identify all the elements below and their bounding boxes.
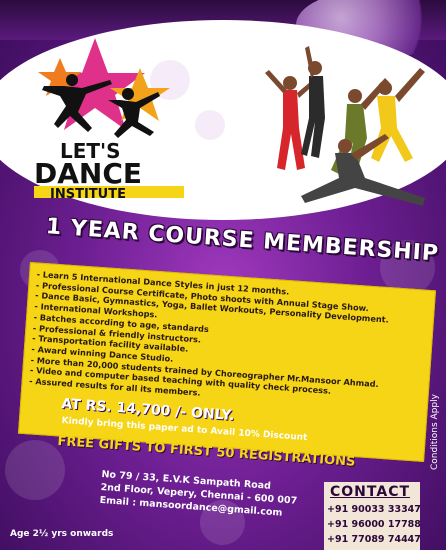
lets-dance-logo: LET'S DANCE INSTITUTE bbox=[34, 38, 184, 198]
phone-number[interactable]: +91 90033 33347 bbox=[327, 502, 421, 517]
logo-line2: DANCE bbox=[34, 157, 142, 190]
conditions-apply-text: Conditions Apply bbox=[430, 394, 440, 470]
address-block: No 79 / 33, E.V.K Sampath Road 2nd Floor… bbox=[99, 468, 298, 521]
logo-line3: INSTITUTE bbox=[50, 187, 126, 198]
age-note: Age 2½ yrs onwards bbox=[10, 529, 114, 539]
flyer: LET'S DANCE INSTITUTE 1 YEAR COURSE MEMB… bbox=[0, 0, 446, 550]
phone-number[interactable]: +91 77089 74447 bbox=[327, 532, 421, 547]
phone-number[interactable]: +91 96000 17788 bbox=[327, 517, 421, 532]
bokeh-light bbox=[195, 110, 225, 140]
bokeh-light bbox=[5, 440, 65, 500]
phone-list: +91 90033 33347 +91 96000 17788 +91 7708… bbox=[327, 502, 421, 547]
dancer-figure-icon bbox=[371, 68, 425, 162]
dancers-photo bbox=[265, 46, 425, 206]
contact-title: CONTACT bbox=[330, 484, 411, 500]
dancer-figure-icon bbox=[301, 46, 325, 158]
